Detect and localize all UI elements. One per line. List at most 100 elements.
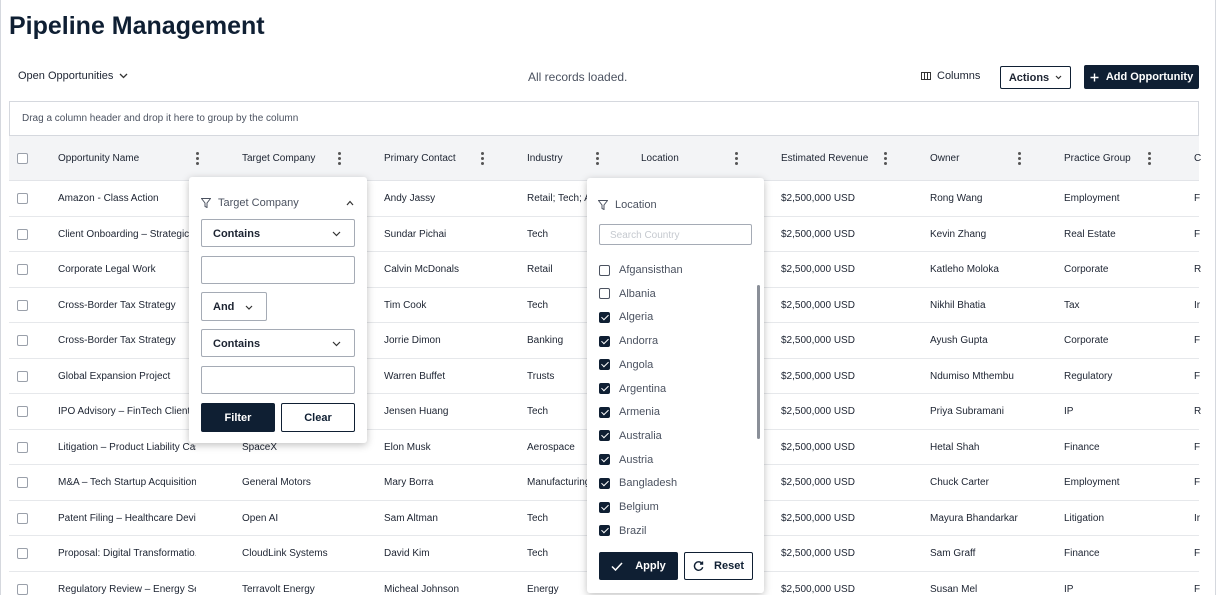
country-option[interactable]: Albania bbox=[599, 286, 656, 302]
country-checkbox[interactable] bbox=[599, 406, 610, 418]
row-checkbox[interactable] bbox=[17, 264, 28, 275]
country-label: Afgansisthan bbox=[619, 264, 683, 276]
country-option[interactable]: Argentina bbox=[599, 381, 666, 397]
cell-industry: Banking bbox=[527, 335, 564, 346]
country-search-input[interactable]: Search Country bbox=[599, 224, 752, 245]
country-checkbox[interactable] bbox=[599, 335, 610, 347]
country-option[interactable]: Armenia bbox=[599, 404, 660, 420]
cell-industry: Tech bbox=[527, 512, 549, 524]
column-menu-icon[interactable] bbox=[1147, 151, 1153, 167]
filter-value-input-2[interactable] bbox=[201, 366, 355, 394]
cell-primary-contact: Micheal Johnson bbox=[384, 583, 460, 595]
column-header-location[interactable]: Location bbox=[641, 153, 679, 164]
filter-icon bbox=[598, 200, 608, 210]
cell-target-company: Terravolt Energy bbox=[242, 583, 315, 595]
page-title: Pipeline Management bbox=[9, 12, 265, 40]
actions-button[interactable]: Actions bbox=[1000, 66, 1071, 89]
cell-industry: Energy bbox=[527, 583, 559, 595]
cell-owner: Nikhil Bhatia bbox=[930, 299, 986, 311]
column-menu-icon[interactable] bbox=[595, 151, 601, 167]
clear-button[interactable]: Clear bbox=[281, 403, 355, 432]
cell-primary-contact: Calvin McDonals bbox=[384, 264, 460, 275]
cell-extra: Ir bbox=[1194, 299, 1201, 311]
add-opportunity-button[interactable]: Add Opportunity bbox=[1084, 65, 1199, 89]
filter-value-input-1[interactable] bbox=[201, 256, 355, 284]
view-selector[interactable]: Open Opportunities bbox=[18, 70, 128, 82]
column-header-owner[interactable]: Owner bbox=[930, 153, 959, 164]
cell-target-company: SpaceX bbox=[242, 441, 278, 453]
cell-industry: Tech bbox=[527, 299, 549, 311]
column-menu-icon[interactable] bbox=[734, 151, 740, 167]
chevron-up-icon[interactable] bbox=[346, 200, 354, 206]
columns-icon bbox=[921, 72, 931, 80]
row-checkbox[interactable] bbox=[17, 193, 28, 204]
country-option[interactable]: Austria bbox=[599, 452, 653, 468]
country-checkbox[interactable] bbox=[599, 311, 610, 323]
cell-target-company: CloudLink Systems bbox=[242, 548, 328, 559]
join-operator-select[interactable]: And bbox=[201, 292, 267, 321]
filter-button[interactable]: Filter bbox=[201, 403, 275, 432]
row-checkbox[interactable] bbox=[17, 228, 28, 240]
row-checkbox[interactable] bbox=[17, 299, 28, 311]
cell-estimated-revenue: $2,500,000 USD bbox=[781, 228, 855, 240]
column-menu-icon[interactable] bbox=[337, 151, 343, 167]
cell-primary-contact: Sam Altman bbox=[384, 512, 438, 524]
column-header-target-company[interactable]: Target Company bbox=[242, 153, 315, 164]
country-label: Bangladesh bbox=[619, 477, 678, 490]
column-menu-icon[interactable] bbox=[883, 151, 889, 167]
row-checkbox[interactable] bbox=[17, 406, 28, 417]
country-option[interactable]: Angola bbox=[599, 357, 653, 373]
cell-opportunity-name: M&A – Tech Startup Acquisition bbox=[58, 477, 196, 488]
column-menu-icon[interactable] bbox=[480, 151, 486, 167]
country-checkbox[interactable] bbox=[599, 288, 610, 300]
column-menu-icon[interactable] bbox=[1017, 151, 1023, 167]
cell-practice-group: Finance bbox=[1064, 441, 1100, 453]
country-option[interactable]: Belgium bbox=[599, 499, 659, 515]
row-checkbox[interactable] bbox=[17, 548, 28, 559]
country-option[interactable]: Bangladesh bbox=[599, 475, 677, 491]
cell-estimated-revenue: $2,500,000 USD bbox=[781, 299, 855, 311]
column-header-estimated-revenue[interactable]: Estimated Revenue bbox=[781, 153, 868, 164]
column-header-extra[interactable]: C bbox=[1194, 153, 1201, 164]
row-checkbox[interactable] bbox=[17, 441, 28, 453]
cell-estimated-revenue: $2,500,000 USD bbox=[781, 406, 855, 417]
apply-button[interactable]: Apply bbox=[599, 552, 678, 580]
select-all-checkbox[interactable] bbox=[17, 153, 28, 164]
country-option[interactable]: Algeria bbox=[599, 309, 653, 325]
country-option[interactable]: Brazil bbox=[599, 523, 647, 539]
country-checkbox[interactable] bbox=[599, 430, 610, 442]
condition-select-2[interactable]: Contains bbox=[201, 329, 355, 357]
reset-button[interactable]: Reset bbox=[684, 552, 753, 580]
column-menu-icon[interactable] bbox=[195, 151, 201, 167]
country-checkbox[interactable] bbox=[599, 501, 610, 513]
columns-button[interactable]: Columns bbox=[921, 70, 980, 82]
filter-popup-header: Target Company bbox=[201, 197, 299, 209]
country-checkbox[interactable] bbox=[599, 454, 610, 466]
cell-extra: R bbox=[1194, 406, 1202, 417]
cell-owner: Mayura Bhandarkar bbox=[930, 512, 1018, 524]
country-checkbox[interactable] bbox=[599, 477, 610, 489]
cell-estimated-revenue: $2,500,000 USD bbox=[781, 512, 855, 524]
group-drop-zone[interactable]: Drag a column header and drop it here to… bbox=[9, 101, 1199, 136]
cell-opportunity-name: Proposal: Digital Transformatio... bbox=[58, 548, 196, 559]
country-checkbox[interactable] bbox=[599, 359, 610, 371]
country-checkbox[interactable] bbox=[599, 383, 610, 394]
column-header-primary-contact[interactable]: Primary Contact bbox=[384, 153, 456, 164]
country-label: Albania bbox=[619, 287, 656, 300]
country-option[interactable]: Afgansisthan bbox=[599, 262, 683, 278]
column-header-opportunity-name[interactable]: Opportunity Name bbox=[58, 153, 139, 164]
country-list-scrollbar[interactable] bbox=[757, 285, 760, 439]
row-checkbox[interactable] bbox=[17, 477, 28, 488]
column-header-industry[interactable]: Industry bbox=[527, 153, 563, 164]
column-header-practice-group[interactable]: Practice Group bbox=[1064, 153, 1131, 164]
row-checkbox[interactable] bbox=[17, 583, 28, 595]
country-option[interactable]: Andorra bbox=[599, 333, 658, 349]
row-checkbox[interactable] bbox=[17, 335, 28, 346]
condition-select-1[interactable]: Contains bbox=[201, 219, 355, 247]
country-option[interactable]: Australia bbox=[599, 428, 662, 444]
country-checkbox[interactable] bbox=[599, 525, 610, 537]
row-checkbox[interactable] bbox=[17, 512, 28, 524]
row-checkbox[interactable] bbox=[17, 370, 28, 382]
target-company-filter-popup: Target Company Contains And Contains Fil… bbox=[189, 177, 367, 443]
country-checkbox[interactable] bbox=[599, 264, 610, 276]
